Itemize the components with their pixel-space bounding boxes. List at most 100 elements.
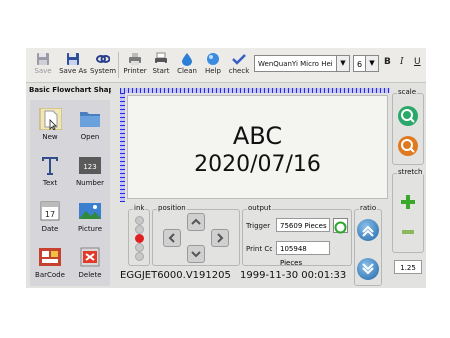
save-as-label: Save As: [59, 67, 87, 75]
chevron-down-icon[interactable]: ▼: [336, 56, 349, 71]
shape-palette: New Open Text 123 Number 17 Date Picture: [30, 100, 110, 286]
italic-button[interactable]: I: [400, 57, 404, 67]
new-document-icon: [39, 108, 62, 130]
ink-level-dot: [135, 243, 144, 252]
reset-counter-button[interactable]: [333, 218, 348, 234]
chevron-down-icon: [191, 251, 201, 258]
printer-label: Printer: [123, 67, 147, 75]
plus-icon: [401, 195, 415, 209]
canvas-date-line[interactable]: 2020/07/16: [128, 152, 387, 177]
print-canvas[interactable]: ABC 2020/07/16: [127, 95, 388, 199]
svg-text:123: 123: [83, 163, 96, 171]
chevron-down-icon[interactable]: ▼: [365, 56, 378, 71]
output-panel: output Trigger C 75609 Pieces Print Cou …: [242, 204, 352, 267]
number-icon: 123: [79, 157, 101, 174]
device-datetime: 1999-11-30 00:01:33: [240, 270, 347, 281]
check-label: check: [228, 67, 250, 75]
bold-button[interactable]: B: [384, 57, 391, 67]
font-family-select[interactable]: WenQuanYi Micro Hei ▼: [254, 55, 350, 72]
date-tool-label: Date: [41, 225, 59, 233]
new-tool-label: New: [42, 133, 58, 141]
delete-tool-label: Delete: [78, 271, 102, 279]
save-as-button[interactable]: Save As: [56, 50, 90, 80]
ratio-increase-button[interactable]: [357, 219, 379, 241]
ink-level-dot: [135, 216, 144, 225]
date-tool-button[interactable]: 17 Date: [30, 196, 70, 240]
ink-panel: ink: [128, 204, 150, 266]
picture-tool-label: Picture: [77, 225, 103, 233]
app-window: Save Save As System Printer Start Clean …: [26, 48, 426, 288]
move-right-button[interactable]: [211, 229, 229, 247]
zoom-in-icon: [398, 106, 418, 126]
text-tool-button[interactable]: Text: [30, 150, 70, 194]
move-left-button[interactable]: [163, 229, 181, 247]
zoom-in-button[interactable]: [396, 104, 420, 128]
font-size-select[interactable]: 6 ▼: [353, 55, 379, 72]
position-panel: position: [152, 204, 240, 266]
output-label: output: [247, 204, 273, 212]
printer-icon: [129, 53, 141, 65]
check-icon: [232, 54, 246, 65]
ink-label: ink: [133, 204, 146, 212]
barcode-tool-button[interactable]: BarCode: [30, 242, 70, 286]
start-label: Start: [152, 67, 170, 75]
clean-label: Clean: [177, 67, 197, 75]
ratio-panel: ratio: [354, 204, 382, 286]
move-down-button[interactable]: [187, 245, 205, 263]
canvas-text-line[interactable]: ABC: [128, 122, 387, 150]
sidebar: Basic Flowchart Shap New Open Text 123 N…: [26, 86, 112, 288]
text-icon: [42, 157, 58, 175]
system-button[interactable]: System: [88, 50, 118, 80]
underline-button[interactable]: U: [414, 57, 421, 67]
save-button[interactable]: Save: [28, 50, 58, 80]
ratio-value-field[interactable]: 1.25: [394, 260, 422, 274]
scale-label: scale: [397, 88, 418, 96]
floppy-disk-icon: [67, 53, 79, 65]
firmware-version: EGGJET6000.V191205: [120, 270, 231, 281]
barcode-icon: [39, 248, 61, 266]
calendar-icon: 17: [40, 201, 60, 221]
open-tool-label: Open: [80, 133, 100, 141]
chevron-up-icon: [191, 218, 201, 225]
barcode-tool-label: BarCode: [35, 271, 65, 279]
stretch-decrease-button[interactable]: [396, 220, 420, 244]
ratio-label: ratio: [359, 204, 378, 212]
ruler-vertical: [120, 93, 125, 202]
toolbar: Save Save As System Printer Start Clean …: [26, 48, 426, 83]
help-label: Help: [205, 67, 221, 75]
open-tool-button[interactable]: Open: [70, 104, 110, 148]
number-tool-label: Number: [75, 179, 105, 187]
text-tool-label: Text: [42, 179, 58, 187]
zoom-out-icon: [398, 136, 418, 156]
check-button[interactable]: check: [224, 50, 254, 80]
picture-icon: [79, 203, 101, 219]
picture-tool-button[interactable]: Picture: [70, 196, 110, 240]
zoom-out-button[interactable]: [396, 134, 420, 158]
number-tool-button[interactable]: 123 Number: [70, 150, 110, 194]
system-label: System: [89, 67, 117, 75]
font-size-value: 6: [357, 60, 363, 69]
link-icon: [96, 55, 110, 63]
move-up-button[interactable]: [187, 213, 205, 231]
sidebar-title: Basic Flowchart Shap: [29, 86, 111, 98]
ink-level-dot: [135, 225, 144, 234]
delete-tool-button[interactable]: Delete: [70, 242, 110, 286]
print-count-field[interactable]: 105948 Pieces: [276, 241, 330, 267]
ratio-decrease-button[interactable]: [357, 258, 379, 280]
save-label: Save: [34, 67, 52, 75]
new-tool-button[interactable]: New: [30, 104, 70, 148]
stretch-label: stretch: [397, 168, 424, 176]
print-count-label: Print Cou: [246, 245, 272, 253]
recycle-icon: [334, 221, 347, 234]
ink-level-dot: [135, 252, 144, 261]
print-start-icon: [155, 52, 167, 65]
delete-icon: [80, 247, 100, 267]
stretch-increase-button[interactable]: [396, 190, 420, 214]
svg-text:17: 17: [45, 210, 55, 219]
ink-level-dot-active: [135, 234, 144, 243]
globe-help-icon: [207, 53, 219, 65]
chevron-right-icon: [217, 233, 224, 243]
trigger-count-field[interactable]: 75609 Pieces: [276, 218, 330, 232]
chevron-left-icon: [168, 233, 175, 243]
folder-icon: [80, 112, 100, 127]
